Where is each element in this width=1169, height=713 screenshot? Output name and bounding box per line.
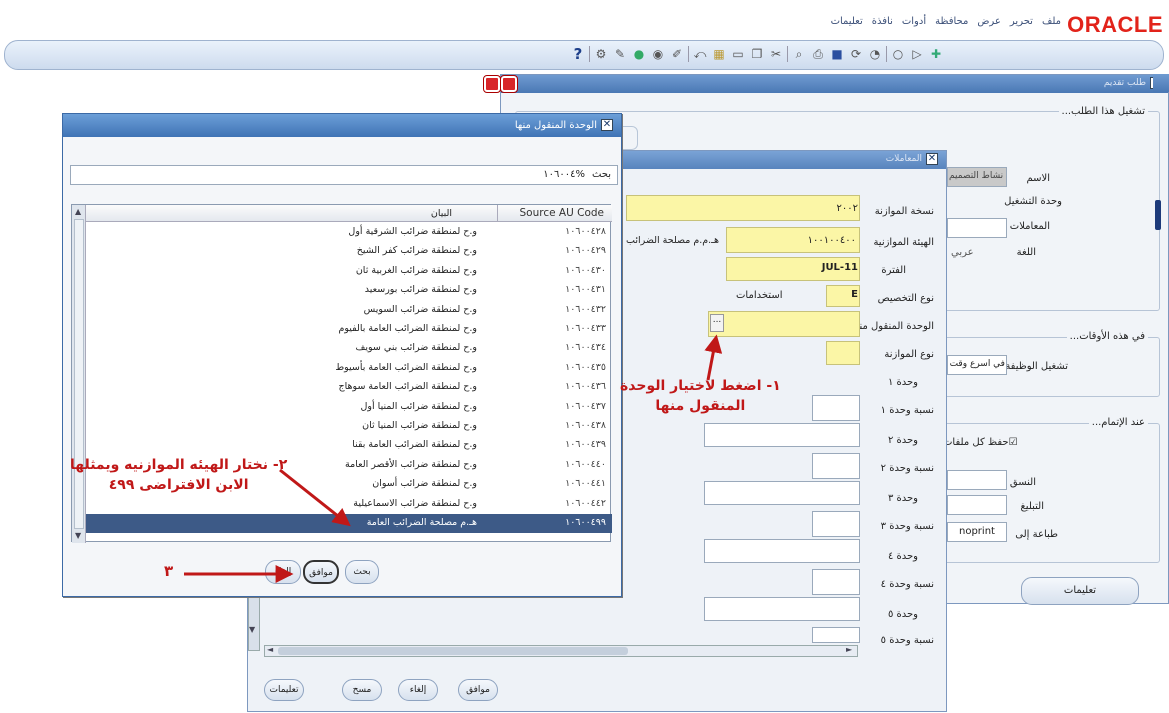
step2-arrow: [279, 468, 351, 527]
step1-annotation: ١- اضغط لاختيار الوحدة المنقول منها: [620, 376, 781, 416]
step2-line1: ٢- نختار الهيئه الموازنيه ويمثلها: [70, 457, 288, 473]
step1-line1: ١- اضغط لاختيار الوحدة: [620, 378, 781, 394]
step1-line2: المنقول منها: [655, 398, 746, 414]
annotation-arrows: [184, 334, 723, 583]
step2-line2: الابن الافتراضى ٤٩٩: [108, 477, 249, 493]
step2-annotation: ٢- نختار الهيئه الموازنيه ويمثلها الابن …: [70, 455, 287, 495]
step3-annotation: ٣: [164, 562, 174, 580]
step1-arrow: [704, 334, 723, 381]
